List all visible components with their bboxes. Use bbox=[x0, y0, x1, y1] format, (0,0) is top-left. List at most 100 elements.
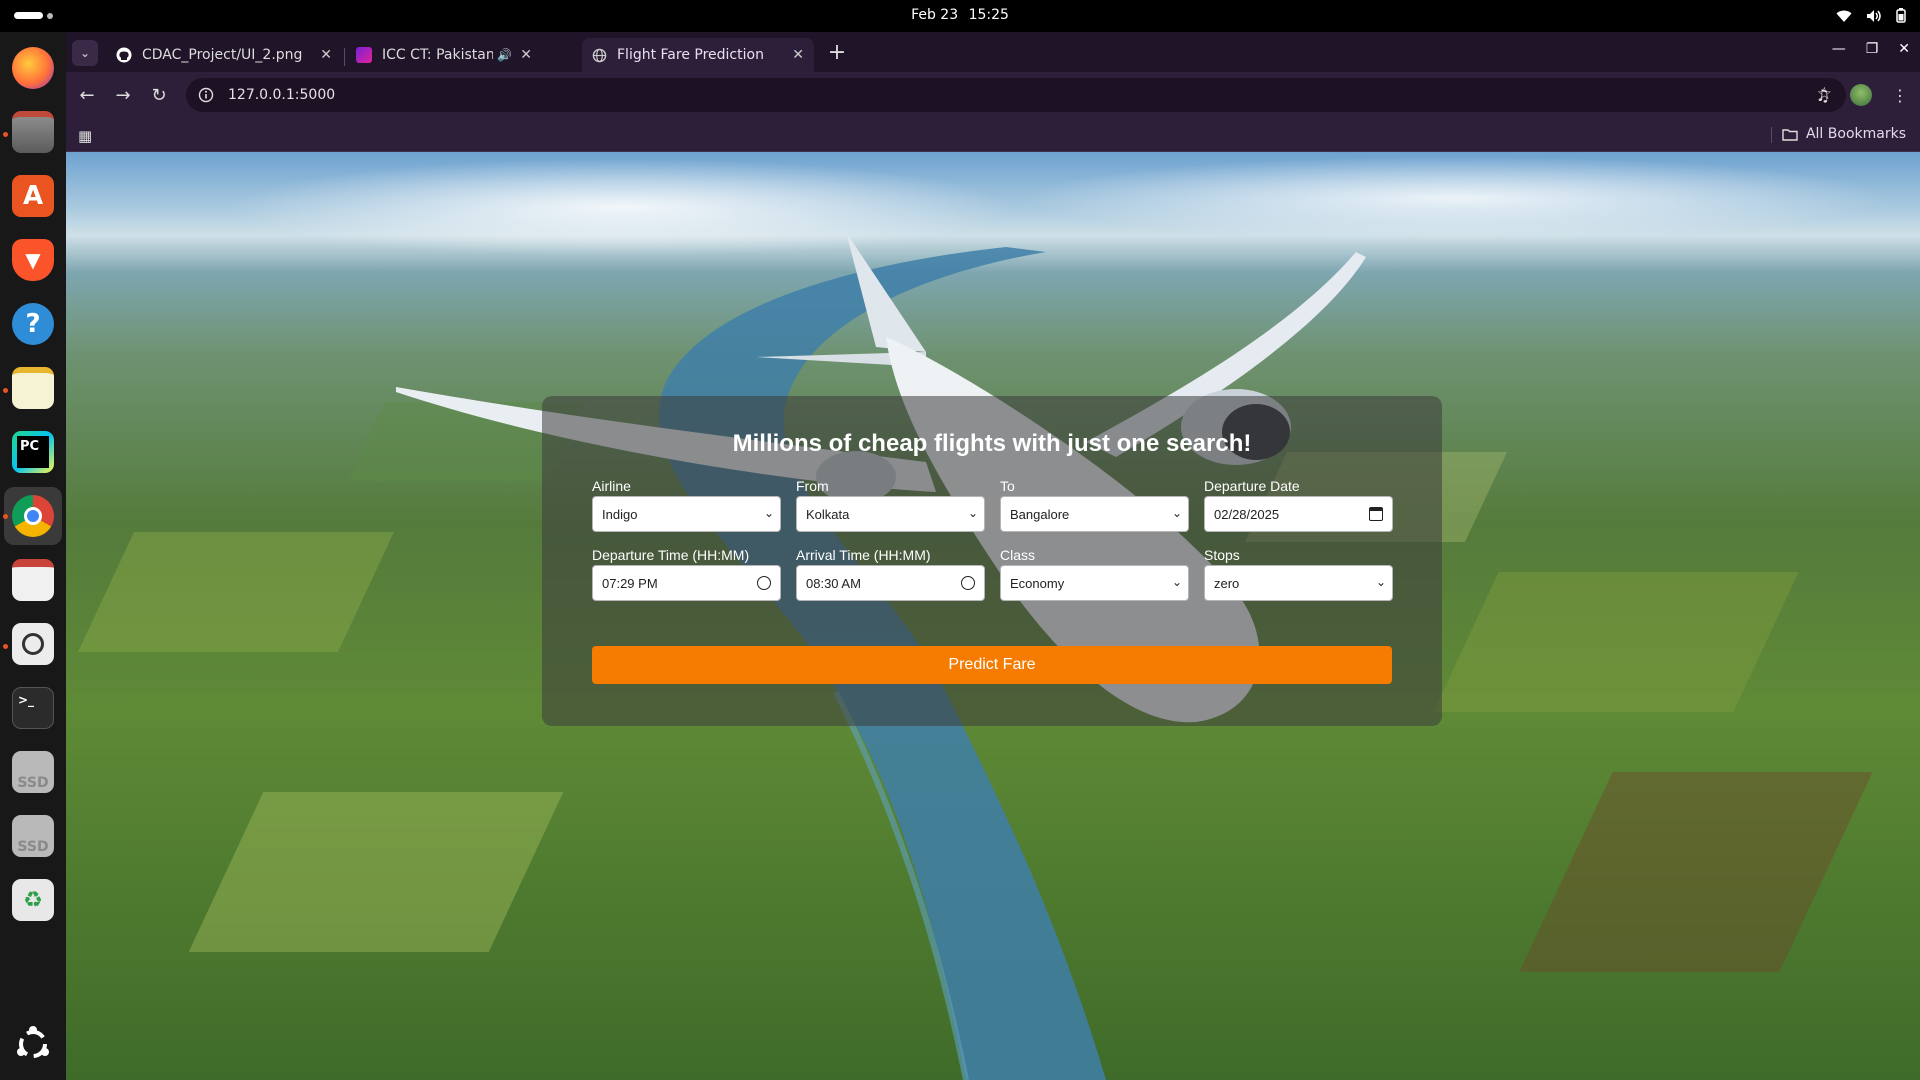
clock-date: Feb 23 bbox=[911, 7, 959, 23]
from-label: From bbox=[796, 478, 829, 494]
ubuntu-icon bbox=[17, 1026, 49, 1058]
terminal-icon: >_ bbox=[12, 687, 54, 729]
browser-window: ⌄ CDAC_Project/UI_2.png ✕ ICC CT: Pakist… bbox=[66, 32, 1920, 1080]
airline-value: Indigo bbox=[602, 506, 638, 522]
github-icon bbox=[116, 47, 132, 63]
close-icon[interactable]: ✕ bbox=[792, 47, 804, 63]
media-controls-icon[interactable]: ♫ bbox=[1816, 86, 1830, 105]
avatar[interactable] bbox=[1850, 84, 1872, 106]
clock-icon[interactable] bbox=[961, 576, 975, 590]
url-text: 127.0.0.1:5000 bbox=[228, 87, 336, 103]
dock-trash[interactable]: ♻ bbox=[9, 876, 57, 924]
dock-app-center[interactable]: A bbox=[9, 172, 57, 220]
chrome-icon bbox=[12, 495, 54, 537]
plus-icon: + bbox=[827, 40, 847, 65]
address-bar[interactable]: 127.0.0.1:5000 ☆ bbox=[186, 78, 1846, 112]
calendar-icon[interactable] bbox=[1369, 507, 1383, 521]
from-group: From Kolkata ⌄ bbox=[796, 478, 985, 532]
battery-icon bbox=[1896, 8, 1906, 23]
dock-firefox[interactable] bbox=[9, 44, 57, 92]
new-tab-button[interactable]: + bbox=[824, 40, 850, 65]
dock-image-viewer[interactable] bbox=[9, 620, 57, 668]
menu-dots-icon[interactable]: ⋮ bbox=[1892, 86, 1908, 105]
stops-group: Stops zero ⌄ bbox=[1204, 547, 1393, 601]
reload-button[interactable]: ↻ bbox=[148, 84, 170, 106]
tab-icc-ct[interactable]: ICC CT: Pakistan vs Inc 🔊 ✕ bbox=[346, 38, 542, 72]
class-select[interactable]: Economy ⌄ bbox=[1000, 565, 1189, 601]
back-button[interactable]: ← bbox=[76, 84, 98, 106]
tab-title: ICC CT: Pakistan vs Inc bbox=[382, 47, 494, 63]
tab-flight-fare-prediction[interactable]: Flight Fare Prediction ✕ bbox=[582, 38, 814, 72]
dock-terminal[interactable]: >_ bbox=[9, 684, 57, 732]
tab-search-button[interactable]: ⌄ bbox=[72, 40, 98, 66]
dock-chrome[interactable] bbox=[4, 487, 62, 545]
system-top-bar: Feb 23 15:25 bbox=[0, 0, 1920, 32]
brave-icon: ▼ bbox=[12, 239, 54, 281]
all-bookmarks-button[interactable]: All Bookmarks bbox=[1782, 126, 1906, 142]
dock-document-viewer[interactable] bbox=[9, 556, 57, 604]
form-title: Millions of cheap flights with just one … bbox=[732, 430, 1252, 457]
airline-select[interactable]: Indigo ⌄ bbox=[592, 496, 781, 532]
dock-show-apps[interactable] bbox=[9, 1020, 57, 1068]
to-select[interactable]: Bangalore ⌄ bbox=[1000, 496, 1189, 532]
help-icon: ? bbox=[12, 303, 54, 345]
clock[interactable]: Feb 23 15:25 bbox=[0, 7, 1920, 23]
close-window-icon[interactable]: ✕ bbox=[1898, 41, 1910, 57]
dock-ssd-2[interactable]: SSD bbox=[9, 812, 57, 860]
clock-icon[interactable] bbox=[757, 576, 771, 590]
departure-time-value: 07:29 PM bbox=[602, 575, 658, 591]
system-tray[interactable] bbox=[1836, 8, 1906, 23]
stops-label: Stops bbox=[1204, 547, 1240, 563]
close-icon[interactable]: ✕ bbox=[520, 47, 532, 63]
class-label: Class bbox=[1000, 547, 1036, 563]
predict-fare-button[interactable]: Predict Fare bbox=[592, 646, 1392, 684]
tab-strip: ⌄ CDAC_Project/UI_2.png ✕ ICC CT: Pakist… bbox=[66, 32, 1920, 72]
close-icon[interactable]: ✕ bbox=[320, 47, 332, 63]
volume-icon bbox=[1867, 9, 1881, 22]
departure-date-input[interactable]: 02/28/2025 bbox=[1204, 496, 1393, 532]
arrow-right-icon: → bbox=[115, 84, 131, 106]
arrival-time-group: Arrival Time (HH:MM) 08:30 AM bbox=[796, 547, 985, 601]
apps-grid-icon[interactable]: ▦ bbox=[78, 127, 92, 145]
stops-select[interactable]: zero ⌄ bbox=[1204, 565, 1393, 601]
dock-pycharm[interactable]: PC bbox=[9, 428, 57, 476]
chevron-down-icon: ⌄ bbox=[967, 506, 978, 520]
chevron-down-icon: ⌄ bbox=[1171, 506, 1182, 520]
departure-date-label: Departure Date bbox=[1204, 478, 1300, 494]
departure-time-input[interactable]: 07:29 PM bbox=[592, 565, 781, 601]
dock-ssd-1[interactable]: SSD bbox=[9, 748, 57, 796]
icc-icon bbox=[356, 47, 372, 63]
restore-icon[interactable]: ❐ bbox=[1866, 41, 1879, 57]
arrival-time-label: Arrival Time (HH:MM) bbox=[796, 547, 931, 563]
bookmarks-bar: ▦ All Bookmarks bbox=[66, 118, 1920, 152]
dock-files[interactable] bbox=[9, 108, 57, 156]
clock-time: 15:25 bbox=[968, 7, 1009, 23]
airline-group: Airline Indigo ⌄ bbox=[592, 478, 781, 532]
dock-brave[interactable]: ▼ bbox=[9, 236, 57, 284]
pycharm-icon: PC bbox=[12, 431, 54, 473]
site-info-icon[interactable] bbox=[198, 87, 214, 103]
forward-button[interactable]: → bbox=[112, 84, 134, 106]
drive-icon: SSD bbox=[12, 751, 54, 793]
dock-help[interactable]: ? bbox=[9, 300, 57, 348]
trash-icon: ♻ bbox=[12, 879, 54, 921]
dock: A ▼ ? PC >_ SSD SSD ♻ bbox=[0, 32, 66, 1080]
tab-title: Flight Fare Prediction bbox=[617, 47, 764, 63]
class-value: Economy bbox=[1010, 575, 1065, 591]
arrival-time-value: 08:30 AM bbox=[806, 575, 861, 591]
audio-playing-icon[interactable]: 🔊 bbox=[497, 48, 512, 62]
files-icon bbox=[12, 111, 54, 153]
departure-time-group: Departure Time (HH:MM) 07:29 PM bbox=[592, 547, 781, 601]
globe-icon bbox=[592, 48, 607, 62]
search-form-panel: Millions of cheap flights with just one … bbox=[542, 396, 1442, 726]
dock-text-editor[interactable] bbox=[9, 364, 57, 412]
arrival-time-input[interactable]: 08:30 AM bbox=[796, 565, 985, 601]
minimize-icon[interactable]: — bbox=[1832, 41, 1846, 57]
tab-cdac-project[interactable]: CDAC_Project/UI_2.png ✕ bbox=[106, 38, 342, 72]
chevron-down-icon: ⌄ bbox=[1375, 575, 1386, 589]
toolbar-actions: ♫ ⋮ bbox=[1816, 84, 1908, 106]
from-select[interactable]: Kolkata ⌄ bbox=[796, 496, 985, 532]
stops-value: zero bbox=[1214, 575, 1240, 591]
chevron-down-icon: ⌄ bbox=[79, 46, 91, 60]
to-value: Bangalore bbox=[1010, 506, 1070, 522]
